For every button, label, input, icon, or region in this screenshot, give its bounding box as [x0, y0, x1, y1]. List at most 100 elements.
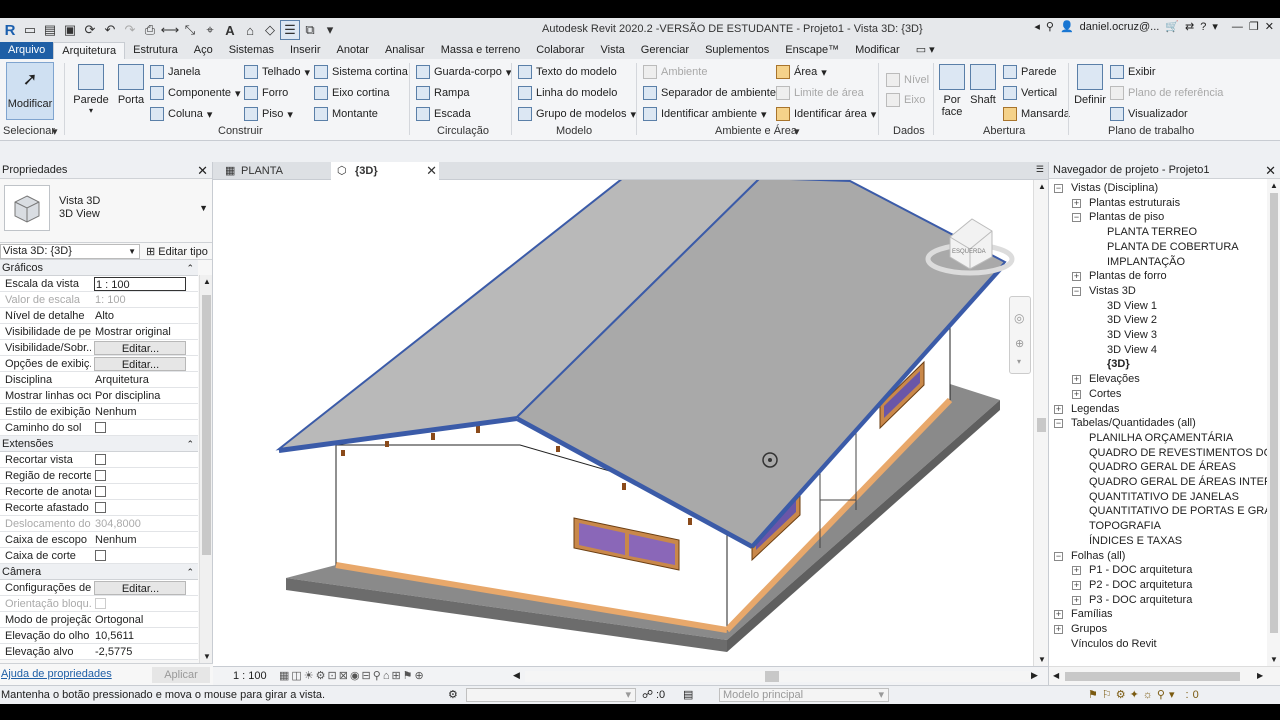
expand-icon[interactable]: + [1072, 198, 1081, 208]
browser-item[interactable]: Vistas (Disciplina) [1071, 181, 1158, 196]
tab-aco[interactable]: Aço [186, 42, 221, 59]
browser-item[interactable]: QUANTITATIVO DE JANELAS [1089, 490, 1239, 505]
revit-logo[interactable]: R [0, 19, 20, 41]
edit-button[interactable]: Editar... [94, 341, 186, 355]
browser-item[interactable]: PLANTA DE COBERTURA [1107, 240, 1239, 255]
help-dropdown-icon[interactable]: ▾ [1212, 20, 1218, 33]
design-options-icon[interactable]: ▤ [683, 688, 693, 701]
property-row[interactable]: Mostrar linhas ocu...Por disciplina [0, 388, 198, 404]
expand-icon[interactable]: + [1072, 389, 1081, 399]
browser-vscroll[interactable]: ▲ ▼ [1267, 179, 1280, 666]
property-row[interactable]: Configurações de ...Editar... [0, 580, 198, 596]
property-row[interactable]: Modo de projeção Ortogonal [0, 612, 198, 628]
hscroll-right-icon[interactable]: ▶ [1031, 670, 1038, 681]
tab-analisar[interactable]: Analisar [377, 42, 433, 59]
tag-icon[interactable]: ⌖ [200, 20, 220, 40]
railing-button[interactable]: Guarda-corpo ▾ [416, 65, 511, 79]
property-row[interactable]: Orientação bloqu... [0, 596, 198, 612]
property-value[interactable]: -2,5775 [94, 645, 186, 659]
close-hidden-icon[interactable]: ⧉ [300, 20, 320, 40]
tab-sistemas[interactable]: Sistemas [221, 42, 282, 59]
browser-item[interactable]: Grupos [1071, 622, 1107, 637]
collapse-icon[interactable]: − [1054, 419, 1063, 429]
section-graphics[interactable]: Gráficos ⌃ [0, 260, 198, 276]
browser-item[interactable]: QUADRO GERAL DE ÁREAS [1089, 460, 1236, 475]
property-row[interactable]: Estilo de exibição ...Nenhum [0, 404, 198, 420]
by-face-button[interactable]: Por face [938, 64, 966, 118]
expand-icon[interactable]: + [1072, 375, 1081, 385]
stair-button[interactable]: Escada [416, 107, 471, 121]
view-scale[interactable]: 1 : 100 [233, 670, 267, 682]
status-tools-icons[interactable]: ⚑⚐⚙✦☼⚲▾ :0 [1088, 688, 1203, 701]
property-row[interactable]: Recorte afastado ... [0, 500, 198, 516]
browser-item[interactable]: QUANTITATIVO DE PORTAS E GRADIS [1089, 504, 1267, 519]
instance-dropdown[interactable]: Vista 3D: {3D} ▼ [0, 244, 140, 259]
tab-colaborar[interactable]: Colaborar [528, 42, 592, 59]
browser-item[interactable]: Plantas de forro [1089, 269, 1167, 284]
vertical-opening-button[interactable]: Vertical [1003, 86, 1057, 100]
mullion-button[interactable]: Montante [314, 107, 378, 121]
collapse-icon[interactable]: − [1072, 213, 1081, 223]
curtain-grid-button[interactable]: Eixo cortina [314, 86, 389, 100]
browser-item[interactable]: Legendas [1071, 402, 1119, 417]
print-icon[interactable]: ⎙ [140, 20, 160, 40]
browser-item[interactable]: 3D View 2 [1107, 313, 1157, 328]
shaft-button[interactable]: Shaft [969, 64, 997, 106]
property-row[interactable]: Caixa de corte [0, 548, 198, 564]
viewport-hscroll[interactable] [525, 671, 1030, 682]
property-row[interactable]: Deslocamento do... 304,8000 [0, 516, 198, 532]
collapse-icon[interactable]: − [1072, 286, 1081, 296]
browser-item[interactable]: Plantas estruturais [1089, 196, 1180, 211]
collapse-icon[interactable]: ⌃ [186, 564, 194, 580]
expand-icon[interactable]: + [1054, 404, 1063, 414]
undo-icon[interactable]: ↶ [100, 20, 120, 40]
property-row[interactable]: Nível de detalhe Alto [0, 308, 198, 324]
close-browser-icon[interactable]: ✕ [1265, 162, 1276, 179]
minimize-icon[interactable]: — [1232, 21, 1243, 33]
browser-hscroll[interactable]: ◀ ▶ [1049, 666, 1280, 685]
tab-modificar[interactable]: Modificar [847, 42, 908, 59]
expand-icon[interactable]: + [1072, 272, 1081, 282]
expand-icon[interactable]: + [1072, 595, 1081, 605]
workset-dropdown[interactable]: ▾ [466, 688, 636, 702]
tab-inserir[interactable]: Inserir [282, 42, 329, 59]
view-controls-icons[interactable]: ▦◫☀⚙⊡⊠◉⊟⚲⌂⊞⚑⊕ [279, 669, 426, 682]
tab-arquitetura[interactable]: Arquitetura [53, 42, 126, 59]
collapse-icon[interactable]: − [1054, 551, 1063, 561]
set-workplane-button[interactable]: Definir [1073, 64, 1107, 106]
property-value[interactable]: Arquitetura [94, 373, 186, 387]
navbar-menu-icon[interactable]: ▾ [1017, 357, 1021, 366]
property-row[interactable]: Recortar vista [0, 452, 198, 468]
wall-button[interactable]: Parede ▾ [73, 64, 109, 115]
3d-viewport[interactable]: ESQUERDA ◎ ⊕ ▾ [213, 180, 1033, 666]
browser-item[interactable]: Famílias [1071, 607, 1113, 622]
browser-item[interactable]: 3D View 3 [1107, 328, 1157, 343]
tab-massa[interactable]: Massa e terreno [433, 42, 528, 59]
browser-item[interactable]: TOPOGRAFIA [1089, 519, 1161, 534]
property-row[interactable]: Visibilidade de pe... Mostrar original [0, 324, 198, 340]
section-icon[interactable]: ◇ [260, 20, 280, 40]
room-separator-button[interactable]: Separador de ambiente [643, 86, 776, 100]
edit-button[interactable]: Editar... [94, 357, 186, 371]
text-icon[interactable]: A [220, 20, 240, 40]
model-text-button[interactable]: Texto do modelo [518, 65, 617, 79]
property-value[interactable]: Por disciplina [94, 389, 186, 403]
tab-vista[interactable]: Vista [593, 42, 633, 59]
tab-estrutura[interactable]: Estrutura [125, 42, 186, 59]
redo-icon[interactable]: ↷ [120, 20, 140, 40]
search-back-icon[interactable]: ◂ [1034, 20, 1040, 33]
property-value[interactable]: 10,5611 [94, 629, 186, 643]
sync-icon[interactable]: ⟳ [80, 20, 100, 40]
browser-item[interactable]: 3D View 4 [1107, 343, 1157, 358]
property-checkbox[interactable] [95, 470, 106, 481]
properties-help-link[interactable]: Ajuda de propriedades [1, 668, 112, 680]
binoculars-icon[interactable]: ⚲ [1046, 20, 1054, 33]
area-button[interactable]: Área ▾ [776, 65, 827, 79]
close-properties-icon[interactable]: ✕ [197, 162, 208, 179]
browser-item[interactable]: P1 - DOC arquitetura [1089, 563, 1192, 578]
tab-suplementos[interactable]: Suplementos [697, 42, 777, 59]
section-extents[interactable]: Extensões ⌃ [0, 436, 198, 452]
browser-item[interactable]: IMPLANTAÇÃO [1107, 255, 1185, 270]
browser-item[interactable]: QUADRO GERAL DE ÁREAS INTERNAS [1089, 475, 1267, 490]
ceiling-button[interactable]: Forro [244, 86, 288, 100]
